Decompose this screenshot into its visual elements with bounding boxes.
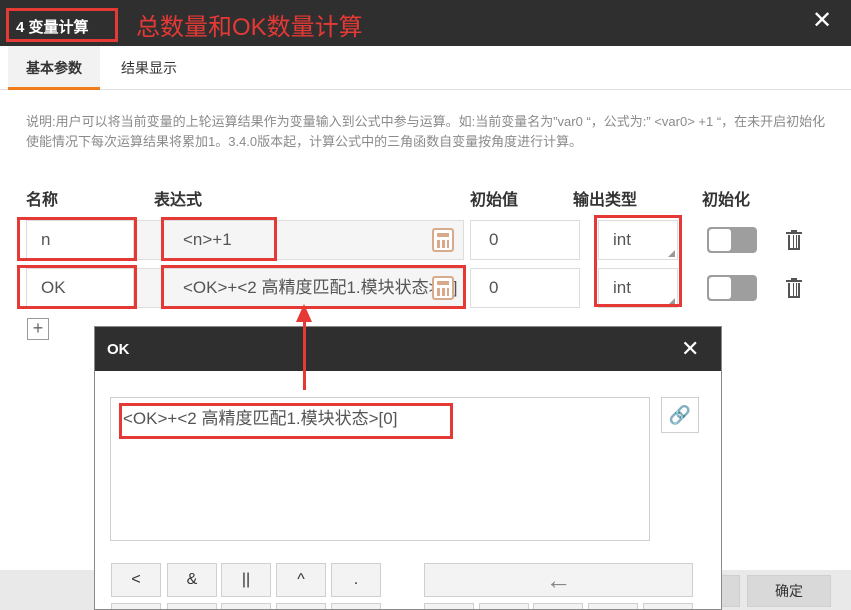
key-or[interactable]: || [221,563,271,597]
highlight-box [119,403,453,439]
annotation-text: 总数量和OK数量计算 [136,14,363,41]
tab-basic-params[interactable]: 基本参数 [8,46,100,90]
keypad-key[interactable] [331,603,381,609]
link-icon[interactable]: 🔗 [661,397,699,433]
tab-bar: 基本参数 结果显示 [0,46,851,90]
name-field-spacer [136,268,162,308]
keypad-key[interactable] [221,603,271,609]
expression-editor-dialog: OK ✕ <OK>+<2 高精度匹配1.模块状态>[0] 🔗 < & || ^ … [94,326,722,610]
keypad-key[interactable] [276,603,326,609]
initial-value-field[interactable]: 0 [470,268,580,308]
keypad-key[interactable] [643,603,693,609]
description-text: 说明:用户可以将当前变量的上轮运算结果作为变量输入到公式中参与运算。如:当前变量… [26,114,826,149]
sub-dialog-title: OK [107,341,130,358]
highlight-box [594,215,682,307]
dialog-title: 4 变量计算 [6,8,118,42]
column-header-initial: 初始值 [470,192,519,209]
keypad-key[interactable] [479,603,529,609]
close-icon[interactable]: ✕ [809,8,835,34]
keypad-key[interactable] [533,603,583,609]
tab-result-display[interactable]: 结果显示 [103,46,195,90]
highlight-box [161,265,466,309]
delete-icon[interactable] [786,230,802,250]
key-less-than[interactable]: < [111,563,161,597]
confirm-button[interactable]: 确定 [747,575,831,607]
initial-value-field[interactable]: 0 [470,220,580,260]
init-toggle[interactable] [707,227,757,253]
highlight-box [161,217,277,261]
highlight-box [17,265,137,309]
column-header-expression: 表达式 [154,192,203,209]
key-and[interactable]: & [167,563,217,597]
init-toggle[interactable] [707,275,757,301]
delete-icon[interactable] [786,278,802,298]
key-caret[interactable]: ^ [276,563,326,597]
column-header-name: 名称 [26,192,59,209]
name-field-spacer [136,220,162,260]
keypad-key[interactable] [588,603,638,609]
keypad-key[interactable] [167,603,217,609]
sub-dialog-titlebar: OK ✕ [95,327,721,371]
calculator-icon[interactable] [432,228,454,252]
highlight-box [17,217,137,261]
keypad-key[interactable] [111,603,161,609]
dialog-titlebar: 4 变量计算 总数量和OK数量计算 ✕ [0,0,851,46]
add-row-button[interactable]: + [27,318,49,340]
close-icon[interactable]: ✕ [681,338,699,360]
annotation-arrow-head [296,304,312,322]
column-header-init: 初始化 [702,192,751,209]
backspace-button[interactable]: ← [424,563,693,597]
keypad-key[interactable] [424,603,474,609]
column-header-output-type: 输出类型 [573,192,638,209]
annotation-arrow [303,320,306,390]
key-dot[interactable]: . [331,563,381,597]
